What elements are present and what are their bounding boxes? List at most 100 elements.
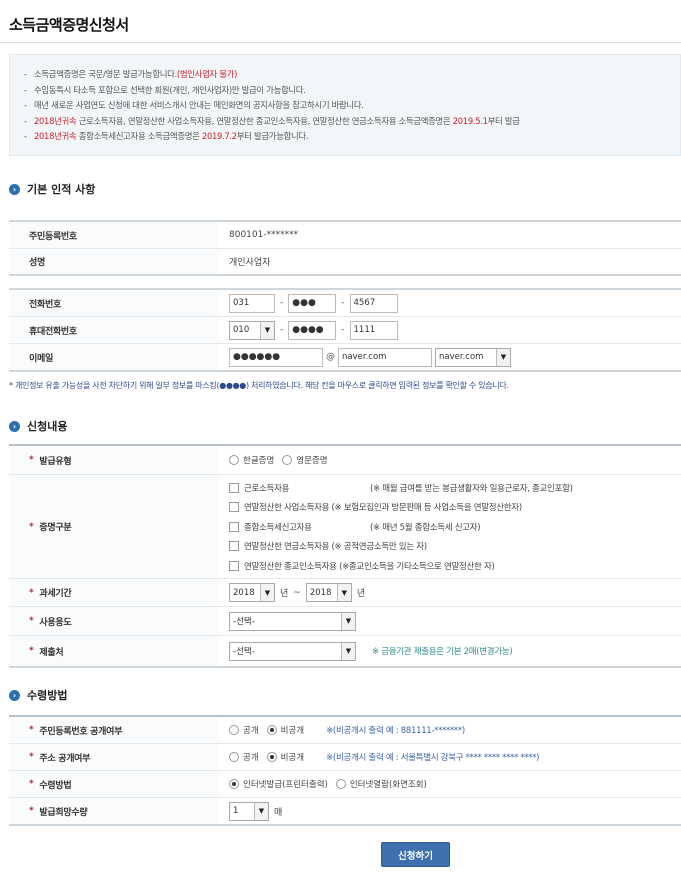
contact-table: 전화번호 031 - ●●● - 4567 휴대전화번호 010 ▼ - ●●●●… — [9, 288, 681, 372]
phone-middle-input[interactable]: ●●● — [288, 293, 337, 313]
period-label: * 과세기간 — [9, 579, 219, 606]
radio-english[interactable]: 영문증명 — [282, 454, 328, 466]
notice-item: -2018년귀속 종합소득세신고자용 소득금액증명은 2019.7.2부터 발급… — [24, 131, 309, 142]
phone-fields: 031 - ●●● - 4567 — [219, 290, 681, 316]
cert-option[interactable]: 연말정산한 종교인소득자용 (※종교인소득을 기타소득으로 연말정산한 자) — [229, 556, 495, 576]
chevron-down-icon: ▼ — [254, 802, 268, 820]
rrn-open-row: * 주민등록번호 공개여부 공개 비공개 ※(비공개시 출력 예 : 881111… — [9, 717, 681, 744]
notice-item: - 수임동특시 타소득 포함으로 선택한 회원(개인, 개인사업자)만 발급이 가… — [24, 84, 306, 95]
usage-select[interactable]: -선택- ▼ — [229, 611, 356, 631]
phone-last-input[interactable]: 4567 — [349, 293, 398, 313]
checkbox-icon — [229, 521, 239, 532]
name-row: 성명 개인사업자 — [9, 249, 681, 276]
checkbox-icon — [229, 482, 239, 493]
rrn-label: 주민등록번호 — [9, 222, 219, 248]
phone-label: 전화번호 — [9, 290, 219, 316]
section-title-receive: › 수령방법 — [9, 687, 67, 703]
issue-type-row: * 발급유형 한글증명 영문증명 — [9, 446, 681, 475]
mobile-last-input[interactable]: 1111 — [349, 320, 398, 340]
bullet-arrow-icon: › — [9, 183, 20, 195]
apply-table: * 발급유형 한글증명 영문증명 * 증명구분 근로소득자용 (※ 매월 급여를 받는… — [9, 444, 681, 668]
qty-row: * 발급희망수량 1 ▼ 매 — [9, 798, 681, 826]
year-unit: 년 — [280, 589, 289, 599]
cert-type-label: * 증명구분 — [9, 475, 219, 578]
radio-icon — [229, 455, 239, 465]
radio-addr-private[interactable]: 비공개 — [266, 751, 304, 763]
cert-option[interactable]: 근로소득자용 (※ 매월 급여를 받는 봉급생활자와 일용근로자, 종교인포함) — [229, 478, 573, 498]
addr-open-options: 공개 비공개 ※(비공개시 출력 예 : 서울특별시 강북구 **** ****… — [219, 744, 681, 770]
chevron-down-icon: ▼ — [341, 642, 355, 660]
submit-to-hint: ※ 금융기관 제출용은 기본 2매(변경가능) — [372, 647, 513, 657]
addr-open-label: * 주소 공개여부 — [9, 744, 219, 770]
submit-button[interactable]: 신청하기 — [381, 842, 450, 867]
bullet-arrow-icon: › — [9, 689, 20, 701]
cert-type-row: * 증명구분 근로소득자용 (※ 매월 급여를 받는 봉급생활자와 일용근로자, 종… — [9, 475, 681, 579]
notice-box: - 소득금액증명은 국문/영문 발급가능합니다.(법인사업자 불가) - 수임동특시… — [9, 54, 681, 156]
period-fields: 2018 ▼ 년 ~ 2018 ▼ 년 — [219, 579, 681, 606]
radio-view[interactable]: 인터넷열람(화면조회) — [335, 778, 427, 790]
chevron-down-icon: ▼ — [496, 348, 510, 366]
phone-area-input[interactable]: 031 — [229, 293, 275, 313]
rrn-value: 800101-******* — [229, 230, 299, 240]
cert-option[interactable]: 연말정산한 사업소득자용 (※ 보험모집인과 방문판매 등 사업소득을 연말정산… — [229, 497, 522, 517]
section-title-basic: › 기본 인적 사항 — [9, 181, 95, 197]
basic-info-table: 주민등록번호 800101-******* 성명 개인사업자 — [9, 220, 681, 276]
radio-icon — [229, 725, 239, 735]
rrn-open-label: * 주민등록번호 공개여부 — [9, 717, 219, 743]
radio-icon — [335, 779, 346, 789]
mobile-middle-input[interactable]: ●●●● — [288, 320, 337, 340]
name-value: 개인사업자 — [229, 258, 271, 268]
qty-label: * 발급희망수량 — [9, 798, 219, 824]
radio-icon — [229, 752, 239, 762]
at-sign: @ — [326, 352, 335, 362]
radio-korean[interactable]: 한글증명 — [229, 454, 274, 466]
cert-option[interactable]: 연말정산한 연금소득자용 (※ 공적연금소득만 있는 자) — [229, 536, 427, 556]
submit-to-select[interactable]: -선택- ▼ — [229, 641, 356, 661]
submit-to-field: -선택- ▼ ※ 금융기관 제출용은 기본 2매(변경가능) — [219, 636, 681, 666]
usage-row: * 사용용도 -선택- ▼ — [9, 607, 681, 636]
name-label: 성명 — [9, 249, 219, 274]
method-row: * 수령방법 인터넷발급(프린터출력) 인터넷열람(화면조회) — [9, 771, 681, 798]
checkbox-icon — [229, 502, 239, 512]
checkbox-icon — [229, 541, 239, 551]
addr-open-row: * 주소 공개여부 공개 비공개 ※(비공개시 출력 예 : 서울특별시 강북구 … — [9, 744, 681, 771]
email-fields: ●●●●●● @ naver.com naver.com ▼ — [219, 344, 681, 370]
issue-type-options: 한글증명 영문증명 — [219, 446, 681, 474]
radio-addr-open[interactable]: 공개 — [229, 751, 259, 763]
email-id-input[interactable]: ●●●●●● — [229, 347, 323, 367]
radio-checked-icon — [229, 779, 239, 789]
mobile-fields: 010 ▼ - ●●●● - 1111 — [219, 317, 681, 343]
radio-icon — [282, 455, 293, 465]
email-row: 이메일 ●●●●●● @ naver.com naver.com ▼ — [9, 344, 681, 372]
cert-option[interactable]: 종합소득세신고자용 (※ 매년 5월 종합소득세 신고자) — [229, 517, 481, 537]
rrn-hint: ※(비공개시 출력 예 : 881111-*******) — [326, 726, 465, 736]
phone-row: 전화번호 031 - ●●● - 4567 — [9, 290, 681, 317]
email-domain-select[interactable]: naver.com ▼ — [435, 347, 511, 367]
email-domain-input[interactable]: naver.com — [338, 347, 432, 367]
receive-table: * 주민등록번호 공개여부 공개 비공개 ※(비공개시 출력 예 : 881111… — [9, 715, 681, 826]
period-from-select[interactable]: 2018 ▼ — [229, 583, 275, 602]
radio-rrn-private[interactable]: 비공개 — [266, 724, 304, 736]
usage-field: -선택- ▼ — [219, 607, 681, 635]
radio-rrn-open[interactable]: 공개 — [229, 724, 259, 736]
section-title-apply: › 신청내용 — [9, 418, 67, 434]
checkbox-icon — [229, 560, 239, 571]
mobile-prefix-select[interactable]: 010 ▼ — [229, 320, 275, 340]
submit-to-label: * 제출처 — [9, 636, 219, 666]
period-row: * 과세기간 2018 ▼ 년 ~ 2018 ▼ 년 — [9, 579, 681, 607]
dash: - — [341, 325, 345, 335]
qty-select[interactable]: 1 ▼ — [229, 801, 269, 821]
chevron-down-icon: ▼ — [341, 612, 355, 630]
page-title: 소득금액증명신청서 — [9, 16, 129, 34]
dash: - — [280, 325, 284, 335]
dash: - — [341, 298, 345, 308]
chevron-down-icon: ▼ — [260, 321, 274, 339]
tilde: ~ — [293, 587, 301, 598]
chevron-down-icon: ▼ — [260, 584, 274, 601]
radio-print[interactable]: 인터넷발급(프린터출력) — [229, 778, 328, 790]
period-to-select[interactable]: 2018 ▼ — [305, 583, 352, 602]
method-label: * 수령방법 — [9, 771, 219, 797]
year-unit: 년 — [356, 589, 366, 599]
submit-to-row: * 제출처 -선택- ▼ ※ 금융기관 제출용은 기본 2매(변경가능) — [9, 636, 681, 668]
rrn-row: 주민등록번호 800101-******* — [9, 222, 681, 249]
